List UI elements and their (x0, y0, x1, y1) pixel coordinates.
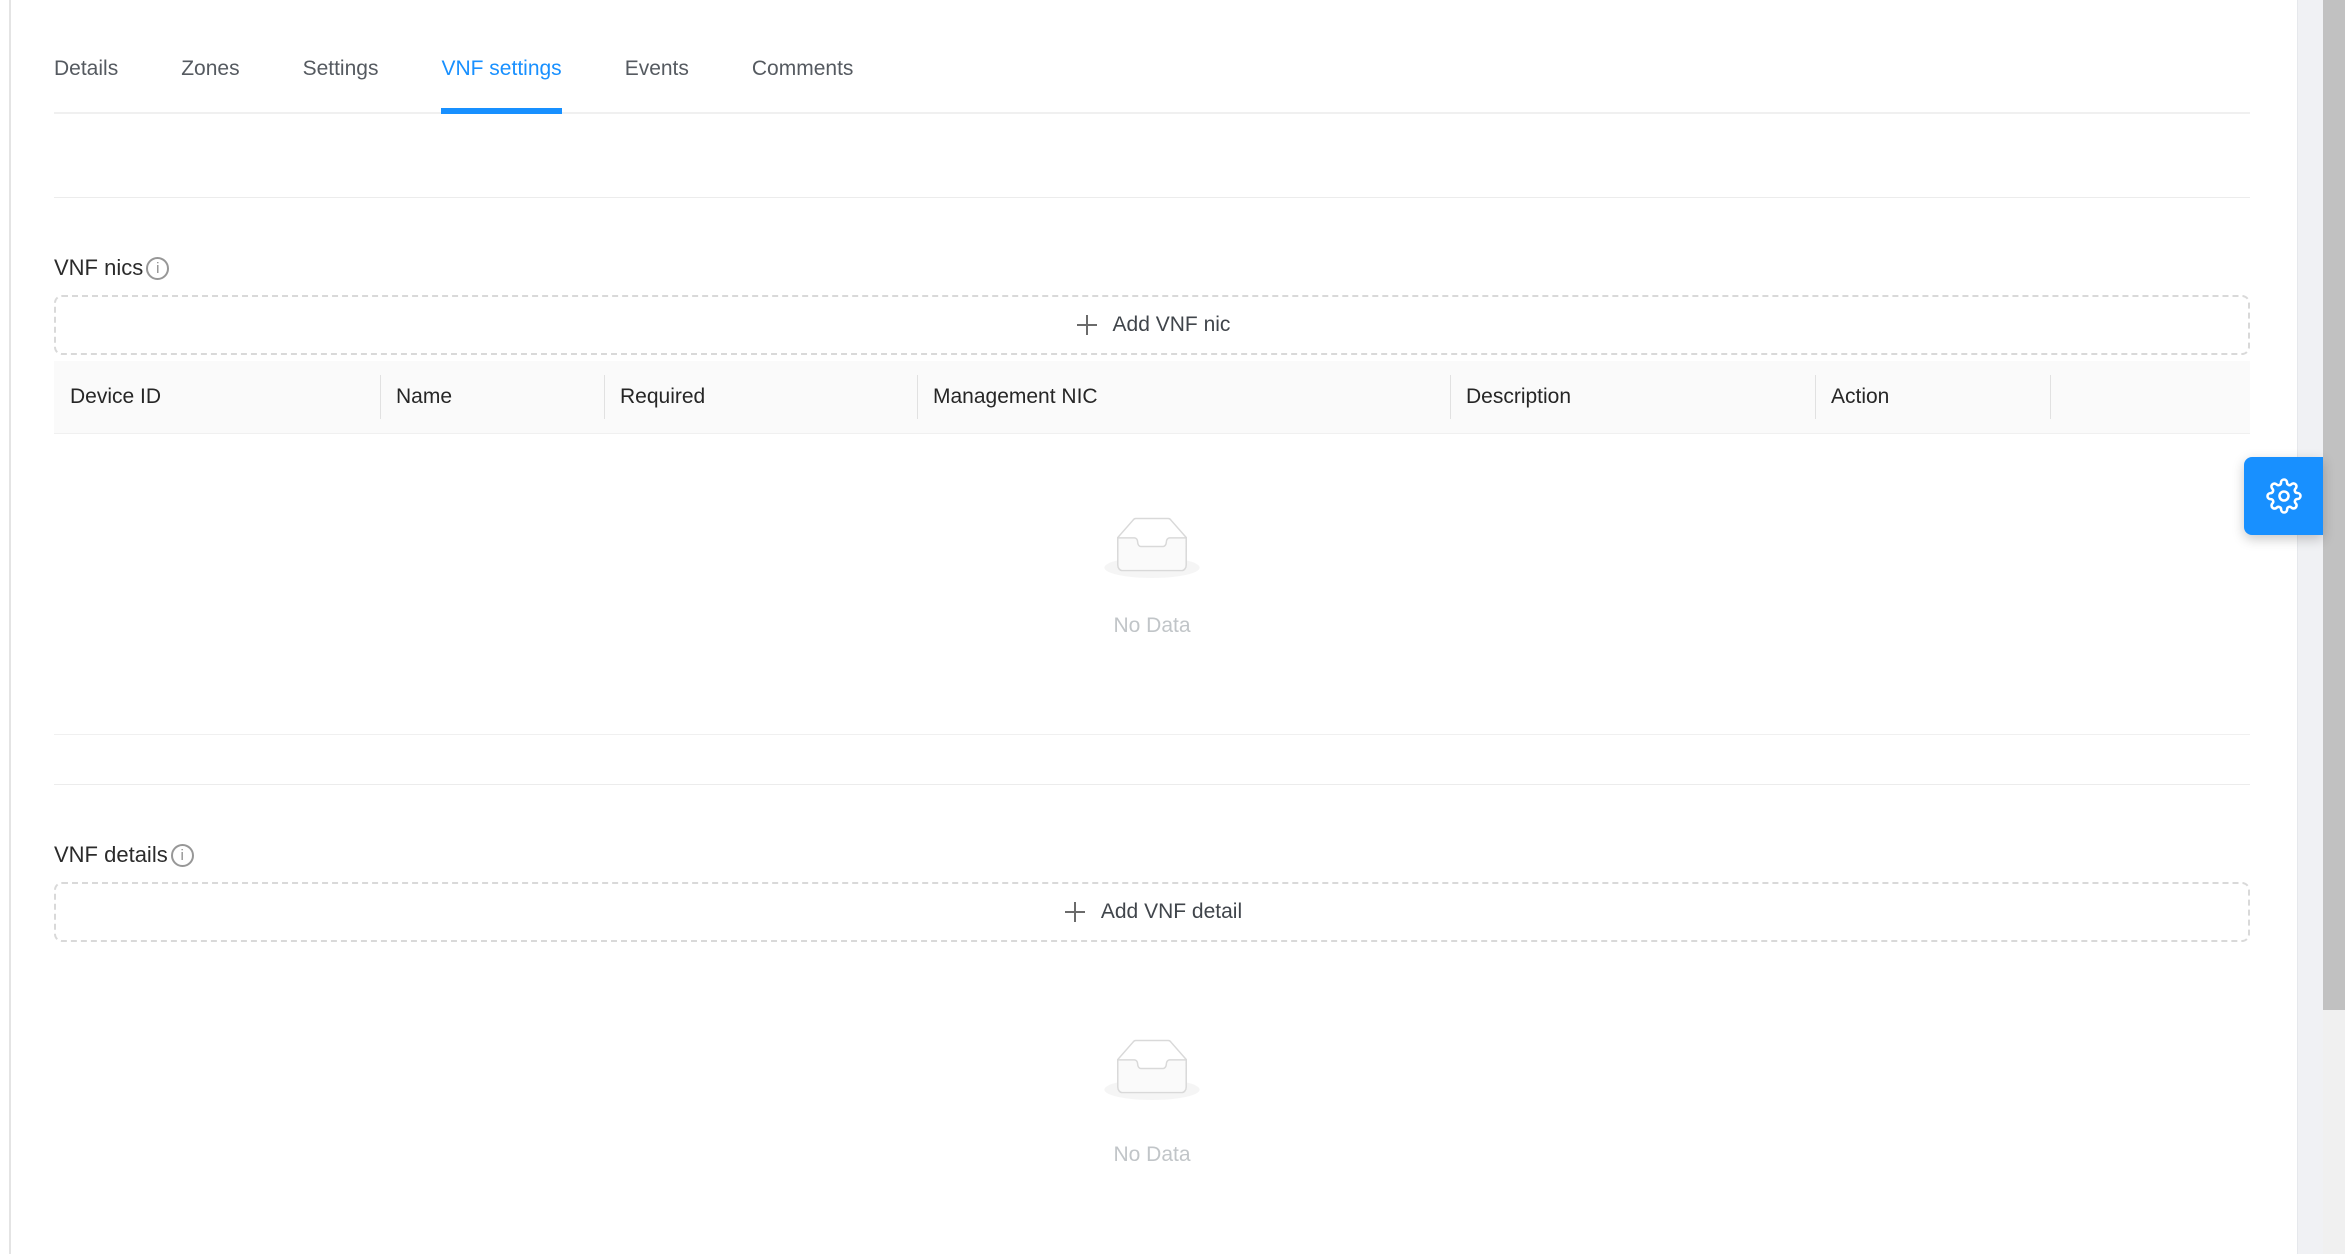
tab-details[interactable]: Details (54, 26, 118, 112)
column-header-name: Name (380, 361, 604, 433)
section-divider (54, 784, 2250, 785)
info-circle-icon[interactable]: i (146, 257, 169, 280)
vnf-nics-title-text: VNF nics (54, 253, 143, 283)
plus-icon (1062, 899, 1088, 925)
panel-left-border (9, 0, 11, 1254)
scrollbar-thumb[interactable] (2323, 0, 2345, 1010)
vnf-nics-table-header: Device ID Name Required Management NIC D… (54, 361, 2250, 434)
add-vnf-detail-button[interactable]: Add VNF detail (54, 882, 2250, 942)
add-vnf-nic-button[interactable]: Add VNF nic (54, 295, 2250, 355)
column-header-description: Description (1450, 361, 1815, 433)
scrollbar-track[interactable] (2323, 0, 2345, 1254)
column-header-device-id: Device ID (54, 361, 380, 433)
empty-box-icon (1104, 1039, 1200, 1100)
table-bottom-border (54, 734, 2250, 735)
column-header-management-nic: Management NIC (917, 361, 1450, 433)
tab-vnf-settings[interactable]: VNF settings (441, 26, 561, 112)
info-circle-icon[interactable]: i (171, 844, 194, 867)
add-vnf-detail-label: Add VNF detail (1101, 900, 1242, 924)
tab-zones[interactable]: Zones (181, 26, 239, 112)
column-header-required: Required (604, 361, 917, 433)
tab-comments[interactable]: Comments (752, 26, 854, 112)
main-content: Details Zones Settings VNF settings Even… (54, 0, 2250, 1170)
page-background-strip (2297, 0, 2324, 1254)
section-divider (54, 197, 2250, 198)
empty-box-icon (1104, 517, 1200, 578)
gear-icon (2266, 478, 2302, 514)
vnf-nics-empty-state: No Data (54, 434, 2250, 641)
column-header-action: Action (1815, 361, 2050, 433)
tab-settings[interactable]: Settings (303, 26, 379, 112)
vnf-details-title-text: VNF details (54, 840, 168, 870)
vnf-details-empty-state: No Data (54, 942, 2250, 1170)
no-data-text: No Data (1113, 611, 1190, 641)
tab-events[interactable]: Events (625, 26, 689, 112)
settings-gear-button[interactable] (2244, 457, 2323, 535)
vnf-nics-title: VNF nicsi (54, 253, 2250, 283)
column-header-spacer (2050, 361, 2250, 433)
tab-bar: Details Zones Settings VNF settings Even… (54, 0, 2250, 114)
add-vnf-nic-label: Add VNF nic (1113, 313, 1231, 337)
vnf-settings-page: { "tabs": { "items": [ { "label": "Detai… (0, 0, 2345, 1254)
vnf-details-title: VNF detailsi (54, 840, 2250, 870)
plus-icon (1074, 312, 1100, 338)
no-data-text: No Data (1113, 1140, 1190, 1170)
